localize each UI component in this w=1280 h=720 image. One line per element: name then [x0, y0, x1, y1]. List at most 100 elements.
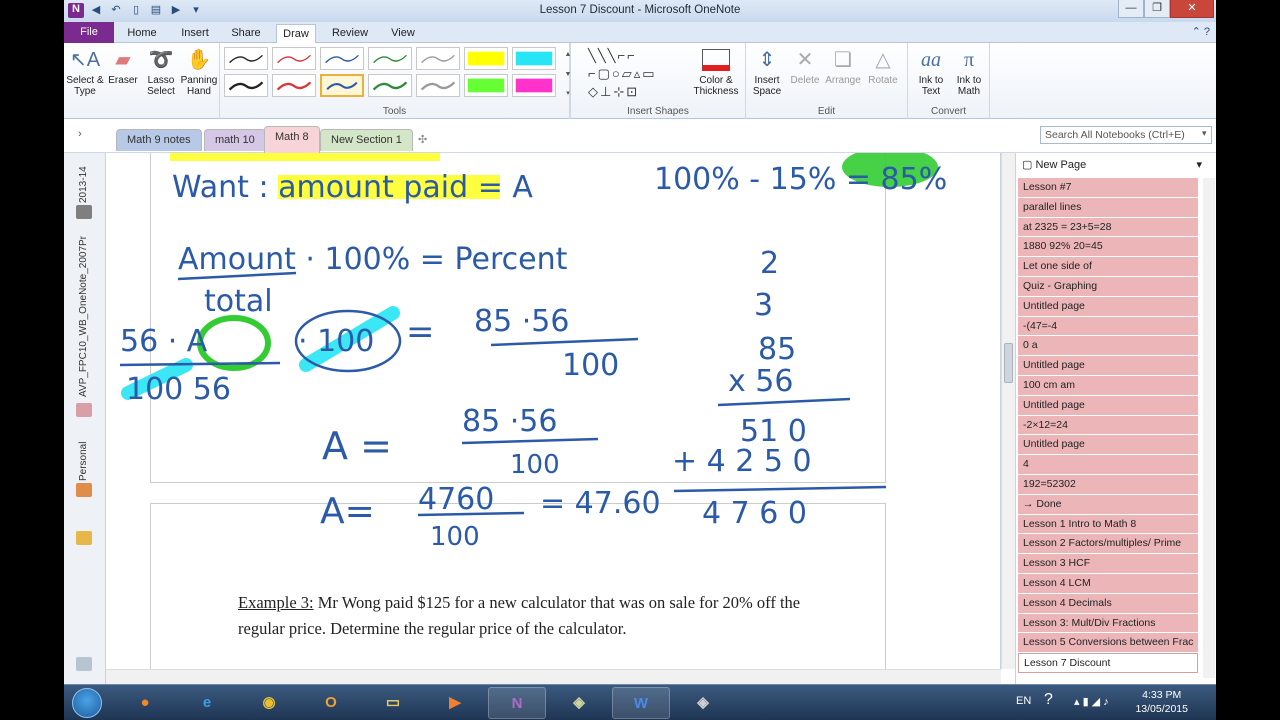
arrange-button[interactable]: ❏ Arrange	[824, 45, 862, 86]
personal-notebook-label[interactable]: Personal	[78, 435, 89, 481]
page-tab[interactable]: Lesson 4 Decimals	[1018, 593, 1198, 614]
clock[interactable]: 4:33 PM 13/05/2015	[1135, 688, 1188, 716]
page-tab[interactable]: -2×12=24	[1018, 415, 1198, 436]
pen-swatch[interactable]	[368, 74, 412, 97]
panning-hand-button[interactable]: ✋ Panning Hand	[180, 45, 218, 97]
pen-swatch[interactable]	[416, 47, 460, 70]
pen-swatch[interactable]	[368, 47, 412, 70]
pin-icon[interactable]	[76, 657, 92, 671]
tab-share[interactable]: Share	[226, 24, 266, 43]
rotate-button[interactable]: △ Rotate	[864, 45, 902, 86]
pen-swatch[interactable]	[512, 47, 556, 70]
firefox-taskbar-button[interactable]: ●	[116, 687, 174, 719]
canvas-horizontal-scrollbar[interactable]	[106, 669, 1001, 684]
section-tab[interactable]: math 10	[204, 129, 266, 151]
page-tab[interactable]: Untitled page	[1018, 395, 1198, 416]
pen-swatch[interactable]	[320, 74, 364, 97]
scroll-thumb[interactable]	[1004, 343, 1013, 383]
page-tab[interactable]: Let one side of	[1018, 257, 1198, 277]
page-tab[interactable]: Lesson 4 LCM	[1018, 573, 1198, 594]
maximize-button[interactable]: ❐	[1144, 0, 1170, 18]
ink-to-text-button[interactable]: aa Ink to Text	[912, 45, 950, 97]
create-section-icon[interactable]: ✣	[418, 133, 427, 146]
pen-swatch[interactable]	[224, 47, 268, 70]
help-icon[interactable]: ?	[1204, 26, 1210, 38]
page-tab[interactable]: Untitled page	[1018, 296, 1198, 317]
page-tab[interactable]: Untitled page	[1018, 356, 1198, 376]
unfiled-notes-icon[interactable]	[76, 531, 92, 545]
svg-text:=: =	[406, 312, 435, 352]
tab-insert[interactable]: Insert	[174, 24, 216, 43]
section-tab[interactable]: Math 9 notes	[116, 129, 202, 151]
page-tab[interactable]: at 2325 = 23+5=28	[1018, 217, 1198, 238]
select-type-button[interactable]: ↖A Select & Type	[66, 45, 104, 97]
help-tray-icon[interactable]: ?	[1044, 691, 1053, 709]
new-page-button[interactable]: ▢ New Page ▾	[1016, 153, 1206, 177]
page-tab[interactable]: 192=52302	[1018, 474, 1198, 495]
insert-space-button[interactable]: ⇕ Insert Space	[748, 45, 786, 97]
language-indicator[interactable]: EN	[1016, 695, 1031, 707]
app-taskbar-button[interactable]: ◈	[550, 687, 608, 719]
notebook-icon[interactable]	[76, 205, 92, 219]
onenote-taskbar-button[interactable]: N	[488, 687, 546, 719]
tab-draw[interactable]: Draw	[276, 24, 316, 43]
section-tab[interactable]: New Section 1	[320, 129, 413, 151]
pen-swatch[interactable]	[464, 47, 508, 70]
tab-home[interactable]: Home	[122, 24, 162, 43]
expand-navigation-icon[interactable]: ›	[78, 128, 82, 140]
file-explorer-taskbar-button[interactable]: ▭	[364, 687, 422, 719]
app-taskbar-button-2[interactable]: ◈	[674, 687, 732, 719]
pen-swatch[interactable]	[320, 47, 364, 70]
pen-swatch[interactable]	[416, 74, 460, 97]
outlook-taskbar-button[interactable]: O	[302, 687, 360, 719]
page-tab[interactable]: Lesson 1 Intro to Math 8	[1018, 514, 1198, 535]
minimize-button[interactable]: —	[1118, 0, 1144, 18]
page-tab[interactable]: 100 cm am	[1018, 375, 1198, 396]
ribbon-tabs: File Home Insert Share Draw Review View …	[64, 22, 1216, 43]
ink-to-math-button[interactable]: π Ink to Math	[950, 45, 988, 97]
pen-swatch[interactable]	[224, 74, 268, 97]
lasso-select-button[interactable]: ➰ Lasso Select	[142, 45, 180, 97]
chrome-taskbar-button[interactable]: ◉	[240, 687, 298, 719]
page-tab[interactable]: Quiz - Graphing	[1018, 276, 1198, 297]
tray-icons[interactable]: ▴ ▮ ◢ ♪	[1074, 695, 1109, 708]
page-tab[interactable]: Lesson 7 Discount	[1018, 653, 1198, 673]
page-tab[interactable]: Lesson 2 Factors/multiples/ Prime	[1018, 534, 1198, 555]
page-tab[interactable]: 0 a	[1018, 336, 1198, 357]
page-list-scrollbar[interactable]	[1203, 178, 1215, 678]
note-canvas[interactable]: Want : amount paid = A 100% - 15% = 85% …	[106, 153, 1001, 669]
pen-swatch[interactable]	[512, 74, 556, 97]
page-tab[interactable]: Lesson 5 Conversions between Frac	[1018, 633, 1198, 654]
tab-review[interactable]: Review	[326, 24, 374, 43]
tab-file[interactable]: File	[64, 22, 114, 43]
pen-swatch[interactable]	[272, 74, 316, 97]
tab-view[interactable]: View	[384, 24, 422, 43]
page-tab[interactable]: -(47=-4	[1018, 316, 1198, 337]
new-page-dropdown-icon[interactable]: ▾	[1196, 153, 1202, 177]
page-tab[interactable]: Lesson 3: Mult/Div Fractions	[1018, 613, 1198, 634]
notebook-year-label[interactable]: 2013-14	[78, 159, 89, 203]
page-tab[interactable]: → Done	[1018, 494, 1198, 515]
close-button[interactable]: ✕	[1170, 0, 1214, 18]
start-button[interactable]	[72, 688, 102, 718]
pen-swatch[interactable]	[272, 47, 316, 70]
delete-button[interactable]: ✕ Delete	[786, 45, 824, 86]
pen-swatch[interactable]	[464, 74, 508, 97]
search-input[interactable]: Search All Notebooks (Ctrl+E)	[1040, 126, 1212, 144]
page-tab[interactable]: 1880 92% 20=45	[1018, 237, 1198, 258]
word-taskbar-button[interactable]: W	[612, 687, 670, 719]
example-paragraph[interactable]: Example 3: Mr Wong paid $125 for a new c…	[238, 590, 838, 642]
search-scope-dropdown-icon[interactable]: ▾	[1202, 128, 1207, 139]
media-player-taskbar-button[interactable]: ▶	[426, 687, 484, 719]
page-tab[interactable]: 4	[1018, 455, 1198, 475]
section-tab[interactable]: Math 8	[264, 126, 320, 153]
collapse-ribbon-icon[interactable]: ⌃	[1192, 26, 1201, 38]
page-tab[interactable]: Lesson #7	[1018, 178, 1198, 198]
page-tab[interactable]: Untitled page	[1018, 435, 1198, 456]
internet-explorer-taskbar-button[interactable]: e	[178, 687, 236, 719]
notebook-name-label[interactable]: AVP_FPC10_WB_OneNote_2007Pr	[78, 236, 89, 397]
page-tab[interactable]: parallel lines	[1018, 197, 1198, 218]
eraser-button[interactable]: ▰ Eraser	[104, 45, 142, 86]
page-tab[interactable]: Lesson 3 HCF	[1018, 554, 1198, 574]
canvas-vertical-scrollbar[interactable]	[1001, 153, 1015, 669]
